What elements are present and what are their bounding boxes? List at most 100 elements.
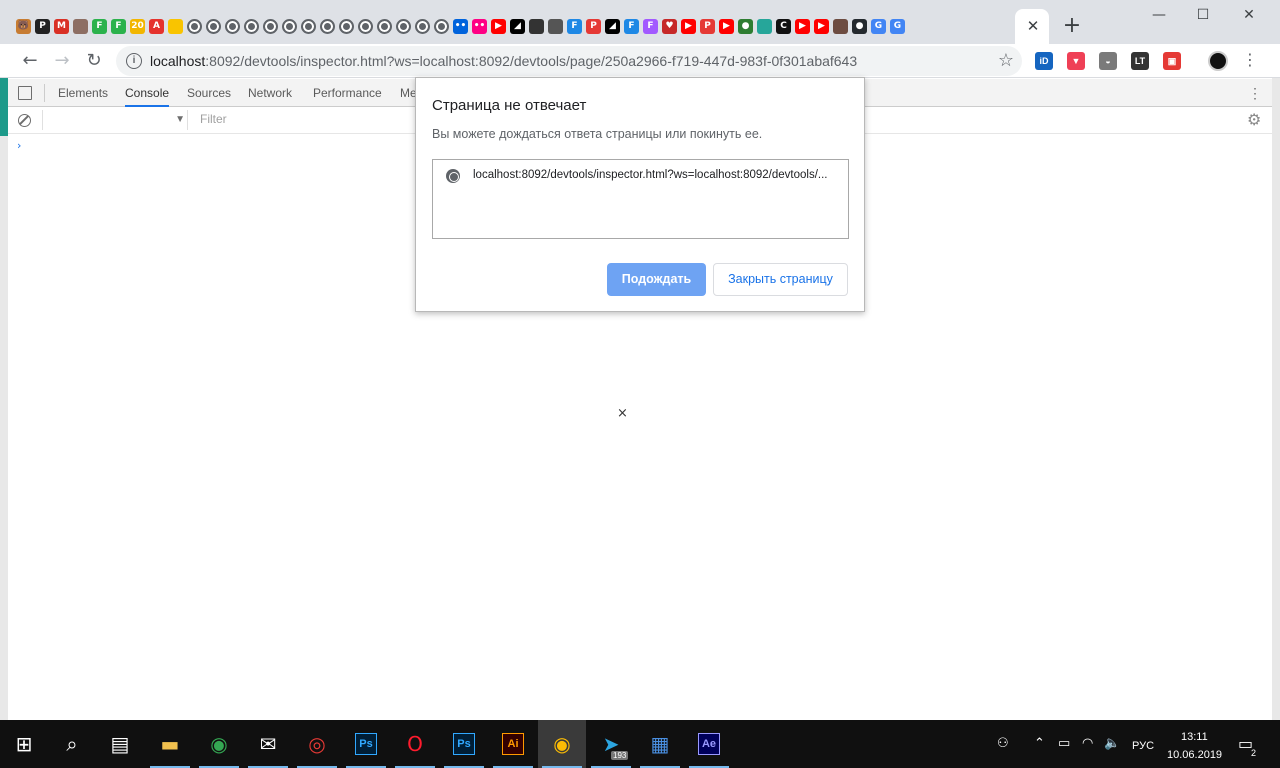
calendar-extension-icon[interactable]: ▣ [1163, 52, 1181, 70]
globe-tab-icon[interactable] [242, 13, 261, 39]
browser-menu-icon[interactable]: ⋮ [1242, 50, 1258, 69]
clear-console-icon[interactable] [18, 114, 31, 127]
window-close-button[interactable]: ✕ [1226, 0, 1272, 30]
battery-icon[interactable]: ▭ [1058, 736, 1070, 751]
address-bar[interactable]: i localhost:8092/devtools/inspector.html… [116, 46, 1022, 76]
fox-tab-icon[interactable]: 🐻 [14, 13, 33, 39]
close-page-button[interactable]: Закрыть страницу [713, 263, 848, 296]
illustrator-app[interactable]: Ai [489, 720, 537, 768]
google-tab-icon-1[interactable]: G [869, 13, 888, 39]
tab-elements[interactable]: Elements [58, 79, 108, 107]
bulb-tab-icon[interactable] [166, 13, 185, 39]
search-button[interactable]: ⌕ [48, 720, 96, 768]
youtube-tab-icon-4[interactable]: ▶ [793, 13, 812, 39]
lt-extension-icon[interactable]: LT [1131, 52, 1149, 70]
square-tab-icon[interactable] [527, 13, 546, 39]
reload-button[interactable]: ↻ [80, 47, 108, 75]
triangle-tab-icon-2[interactable]: ◢ [603, 13, 622, 39]
book-tab-icon-2[interactable] [831, 13, 850, 39]
inspect-element-icon[interactable] [18, 86, 32, 100]
youtube-tab-icon-3[interactable]: ▶ [717, 13, 736, 39]
file-explorer-app[interactable]: ▬ [146, 720, 194, 768]
globe-tab-icon[interactable] [185, 13, 204, 39]
forward-button[interactable]: → [48, 47, 76, 75]
language-indicator[interactable]: РУС [1132, 740, 1154, 752]
p-red-tab-icon[interactable]: P [584, 13, 603, 39]
wifi-icon[interactable]: ◠ [1082, 736, 1093, 751]
people-icon[interactable]: ⚇ [997, 736, 1009, 751]
start-button[interactable]: ⊞ [0, 720, 48, 768]
gmail-tab-icon[interactable]: M [52, 13, 71, 39]
chrome-app-2[interactable]: ◉ [538, 720, 586, 768]
figma-tab-icon-3[interactable]: F [641, 13, 660, 39]
after-effects-app[interactable]: Ae [685, 720, 733, 768]
youtube-tab-icon-2[interactable]: ▶ [679, 13, 698, 39]
maximize-button[interactable]: ☐ [1180, 0, 1226, 30]
book-tab-icon[interactable] [71, 13, 90, 39]
minimize-button[interactable]: — [1136, 0, 1182, 30]
tab-close-icon[interactable]: ✕ [1024, 14, 1042, 38]
tab-console[interactable]: Console [125, 79, 170, 107]
clock-time[interactable]: 13:11 [1181, 731, 1208, 743]
teal-tab-icon[interactable] [755, 13, 774, 39]
chrome-app-1[interactable]: ◉ [195, 720, 243, 768]
tab-sources[interactable]: Sources [187, 79, 231, 107]
github-tab-icon[interactable]: ● [850, 13, 869, 39]
console-prompt[interactable]: › [17, 139, 21, 152]
feedly-tab-icon-2[interactable]: F [109, 13, 128, 39]
number-tab-icon[interactable]: 20 [128, 13, 147, 39]
globe-tab-icon[interactable] [394, 13, 413, 39]
volume-icon[interactable]: 🔈 [1104, 736, 1120, 751]
c-tab-icon[interactable]: C [774, 13, 793, 39]
devtools-menu-icon[interactable]: ⋮ [1248, 79, 1262, 107]
photoshop-app-2[interactable]: Ps [440, 720, 488, 768]
mail-app[interactable]: ✉ [244, 720, 292, 768]
pocket-extension-icon[interactable]: ▼ [1067, 52, 1085, 70]
gear-icon[interactable]: ⚙ [1247, 110, 1261, 129]
creative-cloud-app[interactable]: ◎ [293, 720, 341, 768]
telegram-app[interactable]: ➤ [587, 720, 635, 768]
youtube-tab-icon-5[interactable]: ▶ [812, 13, 831, 39]
opera-app[interactable]: O [391, 720, 439, 768]
filter-input[interactable]: Filter [200, 112, 227, 126]
p-red-tab-icon-2[interactable]: P [698, 13, 717, 39]
adobe-tab-icon[interactable]: A [147, 13, 166, 39]
tab-performance[interactable]: Performance [313, 79, 382, 107]
bookmark-star-icon[interactable]: ☆ [998, 50, 1014, 71]
cube-app[interactable]: ▦ [636, 720, 684, 768]
task-view-button[interactable]: ▤ [96, 720, 144, 768]
globe-tab-icon[interactable] [432, 13, 451, 39]
globe-tab-icon[interactable] [375, 13, 394, 39]
flickr-tab-icon-2[interactable]: •• [470, 13, 489, 39]
context-select[interactable]: ▼ [42, 110, 188, 130]
globe-tab-icon[interactable] [413, 13, 432, 39]
chevron-up-icon[interactable]: ⌃ [1034, 736, 1045, 751]
flickr-tab-icon-1[interactable]: •• [451, 13, 470, 39]
feedly-tab-icon-1[interactable]: F [90, 13, 109, 39]
globe-tab-icon[interactable] [223, 13, 242, 39]
dot-tab-icon[interactable]: ● [736, 13, 755, 39]
heart-tab-icon[interactable]: ♥ [660, 13, 679, 39]
url-text[interactable]: localhost:8092/devtools/inspector.html?w… [150, 53, 857, 69]
triangle-tab-icon[interactable]: ◢ [508, 13, 527, 39]
globe-tab-icon[interactable] [356, 13, 375, 39]
p-tab-icon[interactable]: P [33, 13, 52, 39]
globe-tab-icon[interactable] [280, 13, 299, 39]
google-tab-icon-2[interactable]: G [888, 13, 907, 39]
photoshop-app-1[interactable]: Ps [342, 720, 390, 768]
figma-tab-icon-1[interactable]: F [565, 13, 584, 39]
apple-tab-icon[interactable] [546, 13, 565, 39]
incognito-extension-icon[interactable]: ◒ [1099, 52, 1117, 70]
new-tab-button[interactable]: + [1060, 13, 1084, 39]
id-extension-icon[interactable]: iD [1035, 52, 1053, 70]
globe-tab-icon[interactable] [204, 13, 223, 39]
globe-tab-icon[interactable] [261, 13, 280, 39]
globe-tab-icon[interactable] [337, 13, 356, 39]
globe-tab-icon[interactable] [299, 13, 318, 39]
tab-network[interactable]: Network [248, 79, 292, 107]
youtube-tab-icon[interactable]: ▶ [489, 13, 508, 39]
back-button[interactable]: ← [16, 47, 44, 75]
profile-avatar[interactable] [1208, 51, 1228, 71]
figma-tab-icon-2[interactable]: F [622, 13, 641, 39]
info-icon[interactable]: i [126, 53, 142, 69]
